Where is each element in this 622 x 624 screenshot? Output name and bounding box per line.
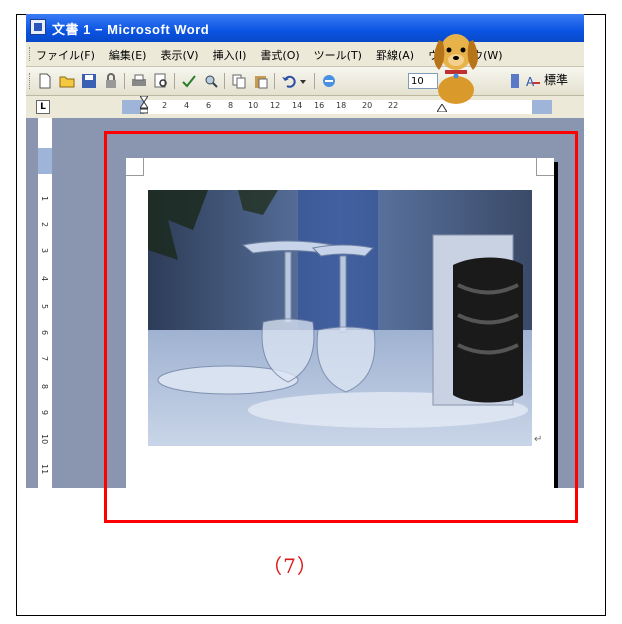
menu-insert[interactable]: 挿入(I) (213, 47, 247, 63)
undo-icon[interactable] (280, 72, 298, 90)
top-margin-band (38, 148, 52, 174)
print-icon[interactable] (130, 72, 148, 90)
ruler-number: 8 (228, 101, 234, 110)
ruler-number: 10 (40, 434, 49, 445)
ruler-number: 18 (336, 101, 347, 110)
ruler-number: 7 (40, 356, 49, 362)
ruler-number: 4 (184, 101, 190, 110)
highlight-box (104, 131, 578, 523)
ruler-number: 4 (40, 276, 49, 282)
paste-icon[interactable] (252, 72, 270, 90)
tab-selector[interactable]: L (36, 100, 50, 114)
menu-tools[interactable]: ツール(T) (314, 47, 362, 63)
menu-file[interactable]: ファイル(F) (36, 47, 95, 63)
office-assistant-dog-icon[interactable] (421, 20, 491, 110)
print-preview-icon[interactable] (152, 72, 170, 90)
ruler-number: 2 (40, 222, 49, 228)
standard-toolbar: 10 A 標準 (26, 67, 584, 96)
toolbar-grip[interactable] (29, 73, 32, 89)
menu-format[interactable]: 書式(O) (260, 47, 299, 63)
ruler-number: 5 (40, 304, 49, 310)
figure-caption: （7） (0, 550, 622, 579)
menu-view[interactable]: 表示(V) (160, 47, 198, 63)
title-bar: 文書 1 − Microsoft Word (26, 14, 584, 42)
ruler-number: 9 (40, 410, 49, 416)
research-icon[interactable] (202, 72, 220, 90)
ruler-number: 2 (162, 101, 168, 110)
ruler-number: 20 (362, 101, 373, 110)
permission-icon[interactable] (102, 72, 120, 90)
open-folder-icon[interactable] (58, 72, 76, 90)
styles-formatting-icon[interactable]: A (524, 72, 542, 90)
menu-grip[interactable] (29, 47, 32, 61)
toolbar-separator (174, 73, 175, 89)
ruler-number: 12 (270, 101, 281, 110)
menu-table[interactable]: 罫線(A) (376, 47, 414, 63)
toolbar-options-icon[interactable] (510, 72, 520, 90)
ruler-number: 10 (248, 101, 259, 110)
menu-bar: ファイル(F) 編集(E) 表示(V) 挿入(I) 書式(O) ツール(T) 罫… (26, 42, 584, 67)
copy-icon[interactable] (230, 72, 248, 90)
word-app-icon[interactable] (30, 19, 46, 35)
menu-edit[interactable]: 編集(E) (109, 47, 147, 63)
right-margin-band (532, 100, 552, 114)
hyperlink-icon[interactable] (320, 72, 338, 90)
spelling-icon[interactable] (180, 72, 198, 90)
ruler-number: 6 (206, 101, 212, 110)
new-document-icon[interactable] (36, 72, 54, 90)
toolbar-separator (314, 73, 315, 89)
vertical-ruler[interactable]: 1 2 3 4 5 6 7 8 9 10 11 (38, 118, 52, 488)
toolbar-separator (274, 73, 275, 89)
style-field[interactable]: 標準 (544, 71, 568, 88)
window-title: 文書 1 − Microsoft Word (52, 22, 210, 37)
ruler-number: 11 (40, 464, 49, 475)
ruler-number: 16 (314, 101, 325, 110)
indent-marker-icon[interactable] (140, 96, 148, 114)
ruler-number: 14 (292, 101, 303, 110)
ruler-number: 3 (40, 248, 49, 254)
ruler-number: 8 (40, 384, 49, 390)
undo-dropdown-icon[interactable] (298, 72, 308, 90)
save-icon[interactable] (80, 72, 98, 90)
ruler-number: 6 (40, 330, 49, 336)
ruler-row: L 2 4 6 8 10 12 14 16 18 20 22 (26, 96, 584, 118)
toolbar-separator (124, 73, 125, 89)
ruler-number: 1 (40, 196, 49, 202)
ruler-number: 22 (388, 101, 399, 110)
caption-text: （7） (262, 554, 318, 578)
toolbar-separator (224, 73, 225, 89)
